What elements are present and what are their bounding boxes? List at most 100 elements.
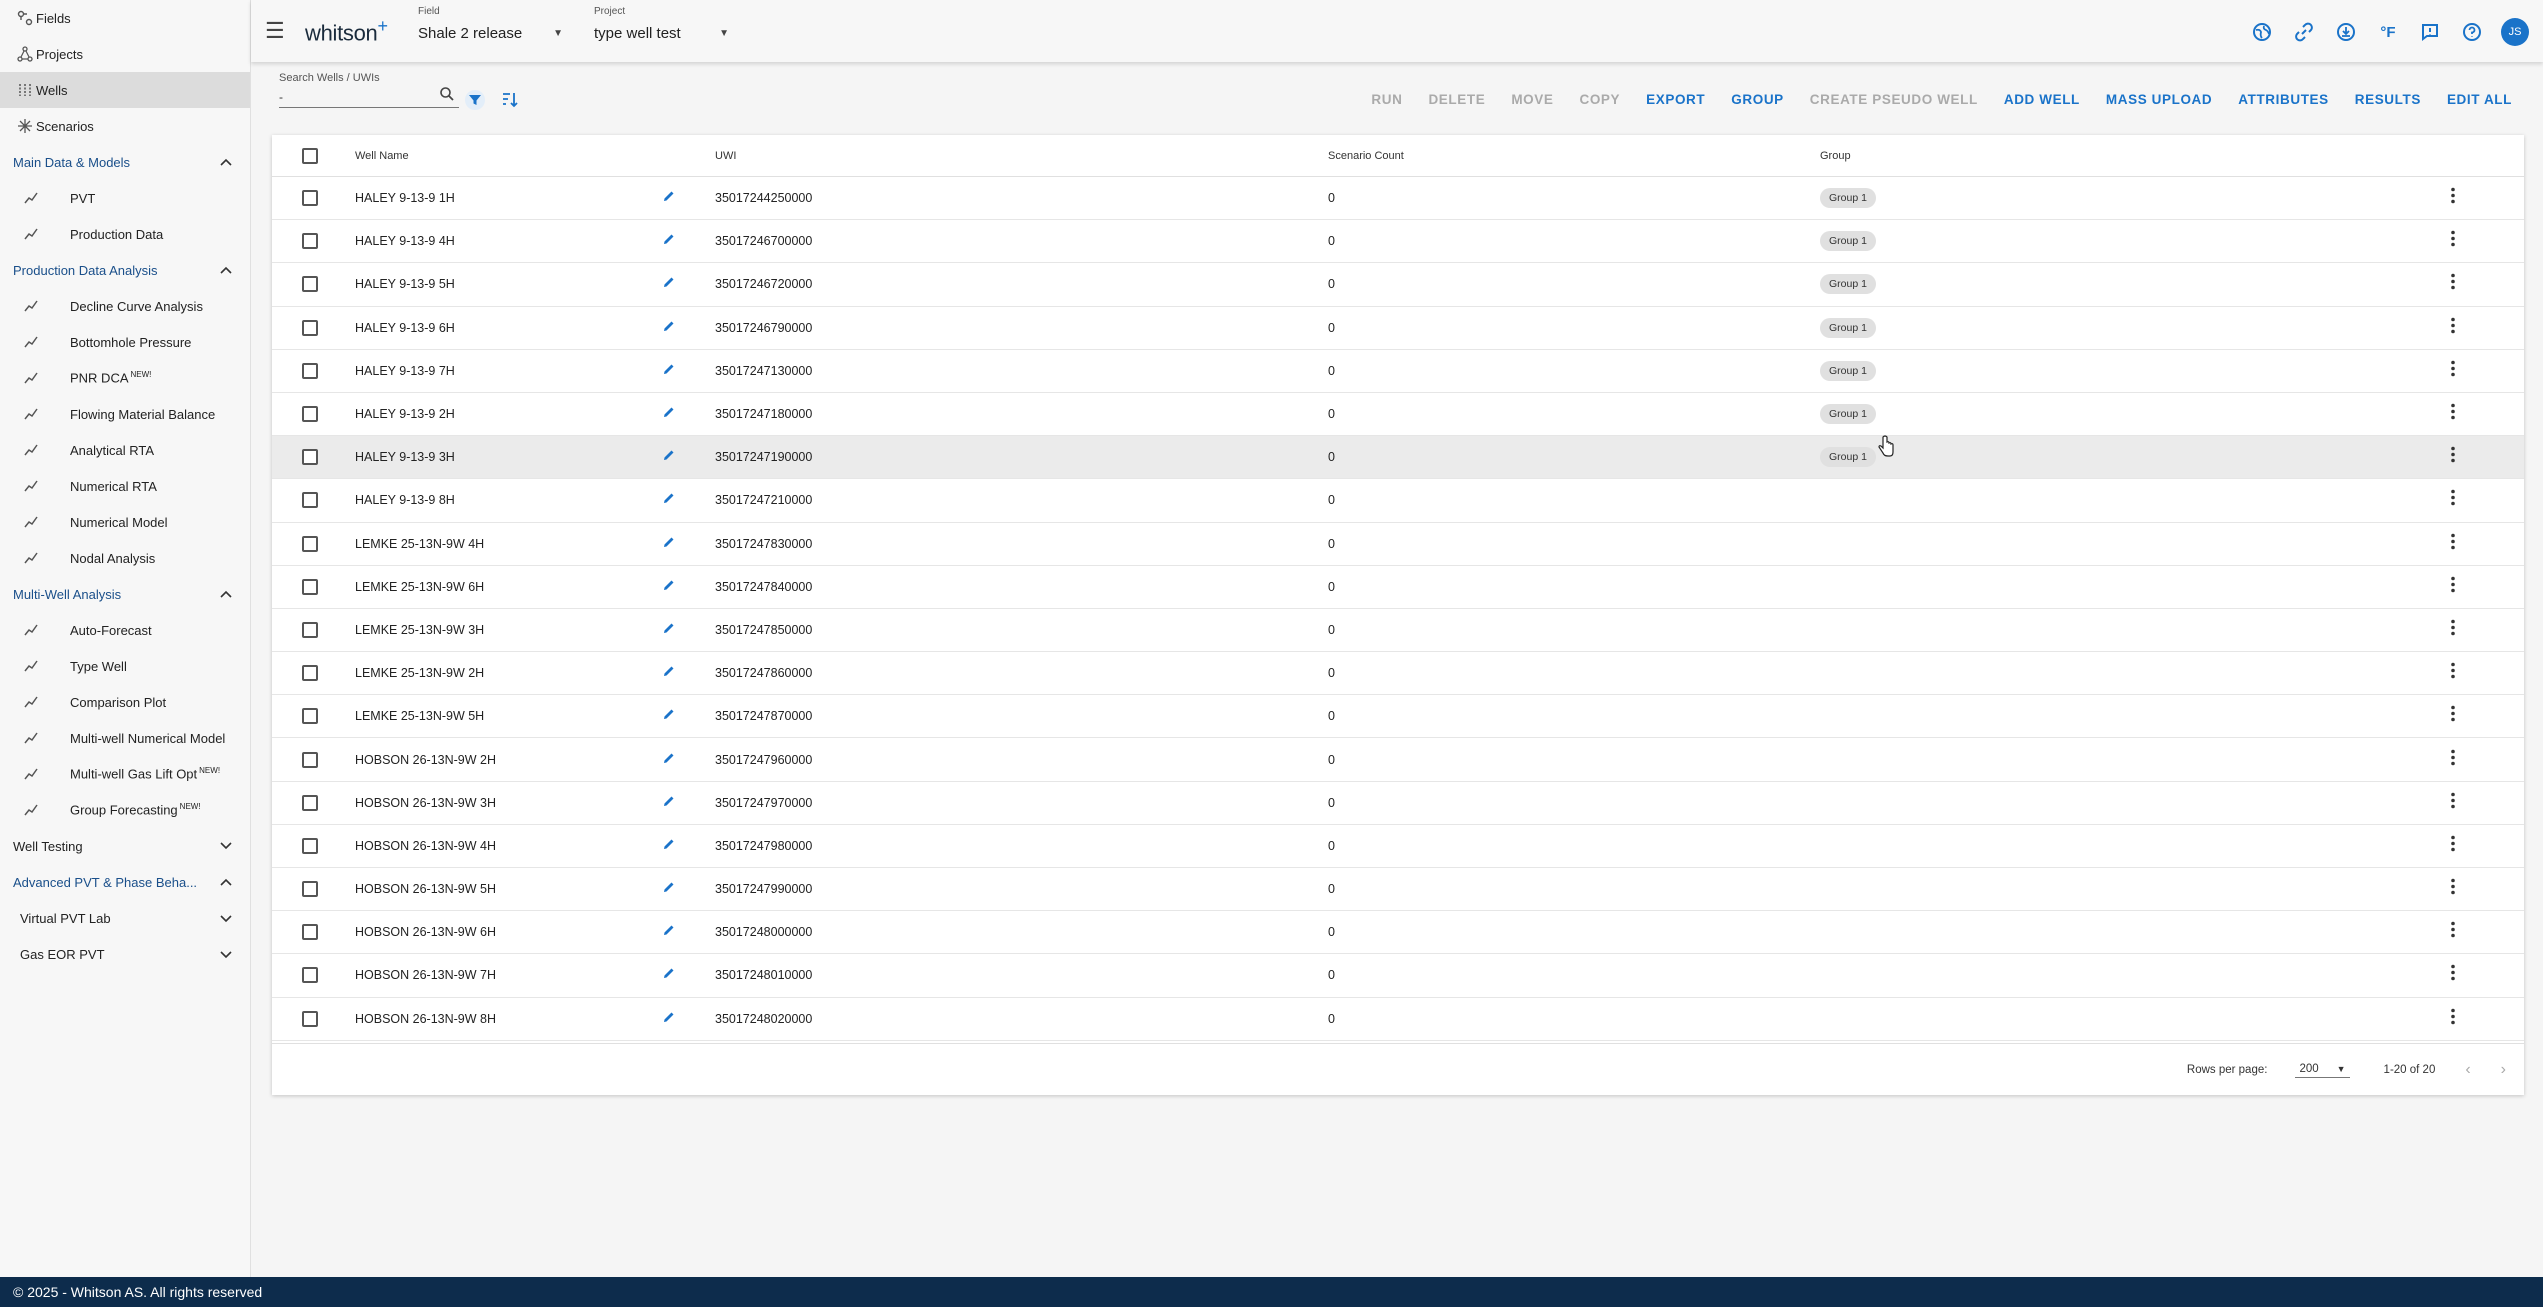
more-vert-icon[interactable]: [2450, 921, 2456, 944]
row-checkbox[interactable]: [302, 449, 318, 466]
well-name[interactable]: LEMKE 25-13N-9W 5H: [355, 709, 484, 723]
table-row[interactable]: HALEY 9-13-9 7H 35017247130000 0 Group 1: [272, 350, 2524, 393]
sidebar-item-nodal-analysis[interactable]: Nodal Analysis: [0, 540, 250, 576]
table-row[interactable]: HOBSON 26-13N-9W 3H 35017247970000 0: [272, 782, 2524, 825]
row-checkbox[interactable]: [302, 837, 318, 854]
group-chip[interactable]: Group 1: [1820, 274, 1876, 295]
well-name[interactable]: LEMKE 25-13N-9W 3H: [355, 623, 484, 637]
row-checkbox[interactable]: [302, 406, 318, 423]
select-all-checkbox[interactable]: [302, 147, 318, 164]
edit-icon[interactable]: [662, 189, 676, 207]
more-vert-icon[interactable]: [2450, 618, 2456, 641]
sidebar-item-projects[interactable]: Projects: [0, 36, 250, 72]
edit-icon[interactable]: [662, 707, 676, 725]
edit-icon[interactable]: [662, 448, 676, 466]
move-button[interactable]: MOVE: [1498, 92, 1566, 107]
globe-icon[interactable]: [2249, 19, 2275, 45]
edit-icon[interactable]: [662, 491, 676, 509]
row-checkbox[interactable]: [302, 621, 318, 638]
more-vert-icon[interactable]: [2450, 230, 2456, 253]
more-vert-icon[interactable]: [2450, 532, 2456, 555]
edit-icon[interactable]: [662, 664, 676, 682]
well-name[interactable]: HALEY 9-13-9 1H: [355, 191, 455, 205]
edit-icon[interactable]: [662, 1010, 676, 1028]
more-vert-icon[interactable]: [2450, 446, 2456, 469]
well-name[interactable]: HOBSON 26-13N-9W 3H: [355, 796, 496, 810]
more-vert-icon[interactable]: [2450, 187, 2456, 210]
sidebar-item-comparison-plot[interactable]: Comparison Plot: [0, 684, 250, 720]
help-icon[interactable]: [2459, 19, 2485, 45]
row-checkbox[interactable]: [302, 190, 318, 207]
section-advanced-pvt[interactable]: Advanced PVT & Phase Beha...: [0, 864, 250, 900]
table-row[interactable]: HOBSON 26-13N-9W 8H 35017248020000 0: [272, 998, 2524, 1041]
row-checkbox[interactable]: [302, 794, 318, 811]
more-vert-icon[interactable]: [2450, 1007, 2456, 1030]
mass-upload-button[interactable]: MASS UPLOAD: [2093, 92, 2225, 107]
well-name[interactable]: HOBSON 26-13N-9W 7H: [355, 968, 496, 982]
edit-icon[interactable]: [662, 794, 676, 812]
export-button[interactable]: EXPORT: [1633, 92, 1718, 107]
sidebar-subsection-virtual-pvt[interactable]: Virtual PVT Lab: [0, 900, 250, 936]
edit-icon[interactable]: [662, 275, 676, 293]
sidebar-item-analytical-rta[interactable]: Analytical RTA: [0, 432, 250, 468]
header-well-name[interactable]: Well Name: [355, 150, 409, 162]
table-row[interactable]: HOBSON 26-13N-9W 7H 35017248010000 0: [272, 954, 2524, 998]
well-name[interactable]: HALEY 9-13-9 8H: [355, 493, 455, 507]
edit-icon[interactable]: [662, 319, 676, 337]
row-checkbox[interactable]: [302, 492, 318, 509]
run-button[interactable]: RUN: [1358, 92, 1415, 107]
more-vert-icon[interactable]: [2450, 403, 2456, 426]
table-row[interactable]: HOBSON 26-13N-9W 2H 35017247960000 0: [272, 738, 2524, 782]
table-row[interactable]: HOBSON 26-13N-9W 6H 35017248000000 0: [272, 911, 2524, 955]
table-row[interactable]: LEMKE 25-13N-9W 3H 35017247850000 0: [272, 609, 2524, 653]
create-pseudo-well-button[interactable]: CREATE PSEUDO WELL: [1797, 92, 1991, 107]
more-vert-icon[interactable]: [2450, 705, 2456, 728]
rows-per-page-select[interactable]: 200 ▼: [2295, 1061, 2350, 1078]
edit-icon[interactable]: [662, 535, 676, 553]
edit-icon[interactable]: [662, 621, 676, 639]
copy-button[interactable]: COPY: [1566, 92, 1633, 107]
download-icon[interactable]: [2333, 19, 2359, 45]
row-checkbox[interactable]: [302, 362, 318, 379]
row-checkbox[interactable]: [302, 276, 318, 293]
well-name[interactable]: LEMKE 25-13N-9W 4H: [355, 537, 484, 551]
temperature-unit-icon[interactable]: °F: [2375, 19, 2401, 45]
well-name[interactable]: LEMKE 25-13N-9W 6H: [355, 580, 484, 594]
search-icon[interactable]: [439, 86, 455, 107]
more-vert-icon[interactable]: [2450, 316, 2456, 339]
more-vert-icon[interactable]: [2450, 878, 2456, 901]
more-vert-icon[interactable]: [2450, 964, 2456, 987]
sidebar-item-production-data[interactable]: Production Data: [0, 216, 250, 252]
more-vert-icon[interactable]: [2450, 359, 2456, 382]
header-group[interactable]: Group: [1820, 150, 1851, 162]
row-checkbox[interactable]: [302, 924, 318, 941]
row-checkbox[interactable]: [302, 751, 318, 768]
feedback-icon[interactable]: [2417, 19, 2443, 45]
more-vert-icon[interactable]: [2450, 834, 2456, 857]
well-name[interactable]: LEMKE 25-13N-9W 2H: [355, 666, 484, 680]
group-chip[interactable]: Group 1: [1820, 404, 1876, 425]
row-checkbox[interactable]: [302, 665, 318, 682]
results-button[interactable]: RESULTS: [2342, 92, 2434, 107]
sidebar-item-pvt[interactable]: PVT: [0, 180, 250, 216]
search-input[interactable]: [279, 89, 439, 104]
sidebar-item-numerical-rta[interactable]: Numerical RTA: [0, 468, 250, 504]
more-vert-icon[interactable]: [2450, 662, 2456, 685]
row-checkbox[interactable]: [302, 319, 318, 336]
row-checkbox[interactable]: [302, 578, 318, 595]
filter-icon[interactable]: [465, 90, 485, 115]
table-row[interactable]: HOBSON 26-13N-9W 5H 35017247990000 0: [272, 868, 2524, 912]
well-name[interactable]: HALEY 9-13-9 3H: [355, 450, 455, 464]
table-row[interactable]: LEMKE 25-13N-9W 6H 35017247840000 0: [272, 566, 2524, 609]
table-row[interactable]: HALEY 9-13-9 6H 35017246790000 0 Group 1: [272, 307, 2524, 350]
sidebar-item-auto-forecast[interactable]: Auto-Forecast: [0, 612, 250, 648]
previous-page-icon[interactable]: ‹: [2465, 1061, 2470, 1079]
group-button[interactable]: GROUP: [1718, 92, 1797, 107]
sidebar-item-wells[interactable]: Wells: [0, 72, 250, 108]
sidebar-item-numerical-model[interactable]: Numerical Model: [0, 504, 250, 540]
sidebar-item-type-well[interactable]: Type Well: [0, 648, 250, 684]
edit-icon[interactable]: [662, 837, 676, 855]
table-row[interactable]: HALEY 9-13-9 4H 35017246700000 0 Group 1: [272, 220, 2524, 264]
edit-icon[interactable]: [662, 362, 676, 380]
section-main-data-models[interactable]: Main Data & Models: [0, 144, 250, 180]
